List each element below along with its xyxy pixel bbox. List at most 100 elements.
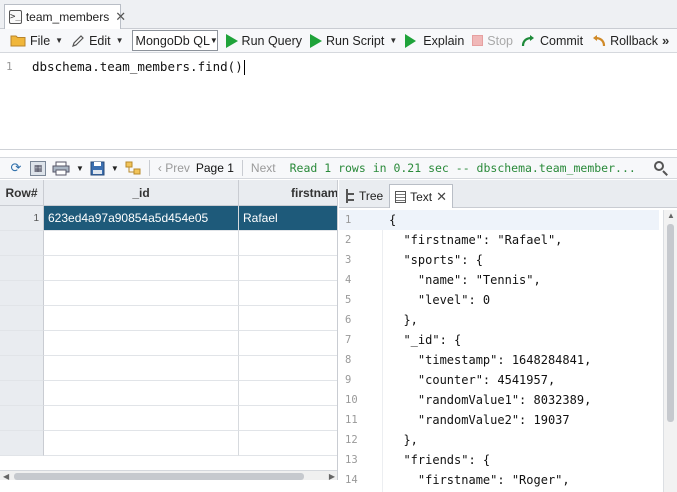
scroll-up-icon[interactable]: ▲ bbox=[667, 211, 675, 220]
empty-row bbox=[0, 431, 337, 456]
file-menu[interactable]: File ▼ bbox=[6, 30, 67, 52]
text-icon bbox=[395, 190, 407, 203]
print-dropdown-icon[interactable]: ▼ bbox=[76, 164, 84, 173]
refresh-icon[interactable]: ⟳ bbox=[8, 160, 24, 176]
query-code: dbschema.team_members.find() bbox=[32, 59, 243, 74]
code-line: 9 "counter": 4541957, bbox=[339, 370, 659, 390]
empty-row bbox=[0, 356, 337, 381]
language-select[interactable]: MongoDb QL ▼ bbox=[131, 30, 218, 51]
play-icon bbox=[310, 33, 322, 48]
code-line: 10 "randomValue1": 8032389, bbox=[339, 390, 659, 410]
relations-icon[interactable] bbox=[125, 161, 141, 176]
code-line: 5 "level": 0 bbox=[339, 290, 659, 310]
code-text: "randomValue1": 8032389, bbox=[389, 393, 592, 407]
line-number: 13 bbox=[345, 454, 358, 466]
code-line: 7 "_id": { bbox=[339, 330, 659, 350]
grid-view-icon[interactable]: ▦ bbox=[30, 160, 46, 176]
edit-menu[interactable]: Edit ▼ bbox=[67, 30, 127, 52]
tab-text[interactable]: Text ✕ bbox=[389, 184, 453, 208]
save-dropdown-icon[interactable]: ▼ bbox=[111, 164, 119, 173]
run-script-label: Run Script bbox=[326, 33, 385, 48]
commit-button[interactable]: Commit bbox=[517, 30, 587, 52]
code-text: "level": 0 bbox=[389, 293, 491, 307]
code-line: 12 }, bbox=[339, 430, 659, 450]
code-line: 4 "name": "Tennis", bbox=[339, 270, 659, 290]
print-icon[interactable] bbox=[52, 161, 70, 176]
document-panel: Tree Text ✕ 1{2 "firstname": "Rafael", 3 … bbox=[339, 180, 677, 492]
code-text: "name": "Tennis", bbox=[389, 273, 541, 287]
code-line: 3 "sports": { bbox=[339, 250, 659, 270]
language-select-value: MongoDb QL bbox=[135, 33, 210, 48]
rollback-icon bbox=[593, 34, 606, 46]
search-icon[interactable] bbox=[653, 160, 669, 176]
view-tabs: Tree Text ✕ bbox=[339, 180, 677, 208]
close-icon[interactable]: ✕ bbox=[436, 189, 447, 205]
line-number: 2 bbox=[345, 234, 352, 246]
editor-tab-strip: >_ team_members ✕ bbox=[0, 0, 677, 29]
scroll-right-icon[interactable]: ▶ bbox=[329, 471, 335, 480]
tab-team-members[interactable]: >_ team_members ✕ bbox=[4, 4, 126, 29]
cell-id[interactable]: 623ed4a97a90854a5d454e05 bbox=[44, 206, 239, 231]
tree-icon bbox=[346, 189, 355, 203]
code-line: 8 "timestamp": 1648284841, bbox=[339, 350, 659, 370]
stop-label: Stop bbox=[487, 33, 513, 48]
more-tools-button[interactable]: » bbox=[662, 33, 669, 48]
next-page-button[interactable]: Next bbox=[251, 161, 276, 175]
page-indicator: Page 1 bbox=[195, 161, 234, 175]
query-status: Read 1 rows in 0.21 sec -- dbschema.team… bbox=[289, 161, 636, 175]
toolbar-divider bbox=[241, 160, 243, 176]
line-number: 3 bbox=[345, 254, 352, 266]
query-code-line[interactable]: dbschema.team_members.find() bbox=[32, 59, 245, 75]
text-cursor bbox=[243, 60, 245, 75]
run-query-label: Run Query bbox=[241, 33, 302, 48]
empty-row bbox=[0, 231, 337, 256]
toolbar-divider bbox=[148, 160, 150, 176]
rollback-button[interactable]: Rollback bbox=[587, 30, 662, 52]
run-query-button[interactable]: Run Query bbox=[222, 30, 306, 52]
run-script-button[interactable]: Run Script ▼ bbox=[306, 30, 401, 52]
line-number: 7 bbox=[345, 334, 352, 346]
query-toolbar: File ▼ Edit ▼ MongoDb QL ▼ Run Query Run Sc… bbox=[0, 29, 677, 53]
result-toolbar: ⟳ ▦ ▼ ▼ ‹ Prev Page 1 Next Read 1 rows i… bbox=[0, 157, 677, 179]
line-number: 5 bbox=[345, 294, 352, 306]
empty-row bbox=[0, 331, 337, 356]
commit-label: Commit bbox=[540, 33, 584, 48]
close-icon[interactable]: ✕ bbox=[115, 9, 126, 25]
cell-firstname[interactable]: Rafael bbox=[239, 206, 337, 231]
column-header-firstname[interactable]: firstname bbox=[239, 180, 337, 206]
code-text: "firstname": "Roger", bbox=[389, 473, 570, 487]
line-number: 12 bbox=[345, 434, 358, 446]
tab-tree[interactable]: Tree bbox=[341, 184, 389, 208]
scroll-left-icon[interactable]: ◀ bbox=[3, 471, 9, 480]
rollback-label: Rollback bbox=[610, 33, 658, 48]
explain-button[interactable]: Explain bbox=[401, 30, 468, 52]
column-header-id[interactable]: _id bbox=[44, 180, 239, 206]
explain-icon bbox=[405, 33, 419, 48]
code-line: 2 "firstname": "Rafael", bbox=[339, 230, 659, 250]
empty-row bbox=[0, 306, 337, 331]
prev-page-button[interactable]: ‹ Prev bbox=[158, 161, 190, 175]
scrollbar-thumb[interactable] bbox=[14, 473, 304, 480]
code-text: "_id": { bbox=[389, 333, 462, 347]
code-text: }, bbox=[389, 313, 418, 327]
folder-icon bbox=[10, 35, 26, 47]
column-header-row-number[interactable]: Row# bbox=[0, 180, 44, 206]
code-text: { bbox=[389, 213, 397, 227]
scrollbar-thumb[interactable] bbox=[667, 224, 674, 422]
code-text: "randomValue2": 19037 bbox=[389, 413, 570, 427]
line-number: 11 bbox=[345, 414, 358, 426]
horizontal-scrollbar[interactable]: ◀ ▶ bbox=[0, 470, 337, 480]
query-editor[interactable]: 1 dbschema.team_members.find() bbox=[0, 53, 677, 150]
line-number: 1 bbox=[345, 214, 352, 226]
empty-row bbox=[0, 406, 337, 431]
vertical-scrollbar[interactable]: ▲ bbox=[663, 210, 677, 492]
json-text-view[interactable]: 1{2 "firstname": "Rafael", 3 "sports": {4… bbox=[339, 210, 677, 492]
line-number: 9 bbox=[345, 374, 352, 386]
code-line: 1{ bbox=[339, 210, 659, 230]
stop-button[interactable]: Stop bbox=[468, 30, 517, 52]
grid-header: Row# _id firstname bbox=[0, 180, 337, 206]
table-row[interactable]: 1 623ed4a97a90854a5d454e05 Rafael bbox=[0, 206, 337, 231]
line-number: 6 bbox=[345, 314, 352, 326]
save-icon[interactable] bbox=[90, 161, 105, 176]
stop-icon bbox=[472, 35, 484, 46]
